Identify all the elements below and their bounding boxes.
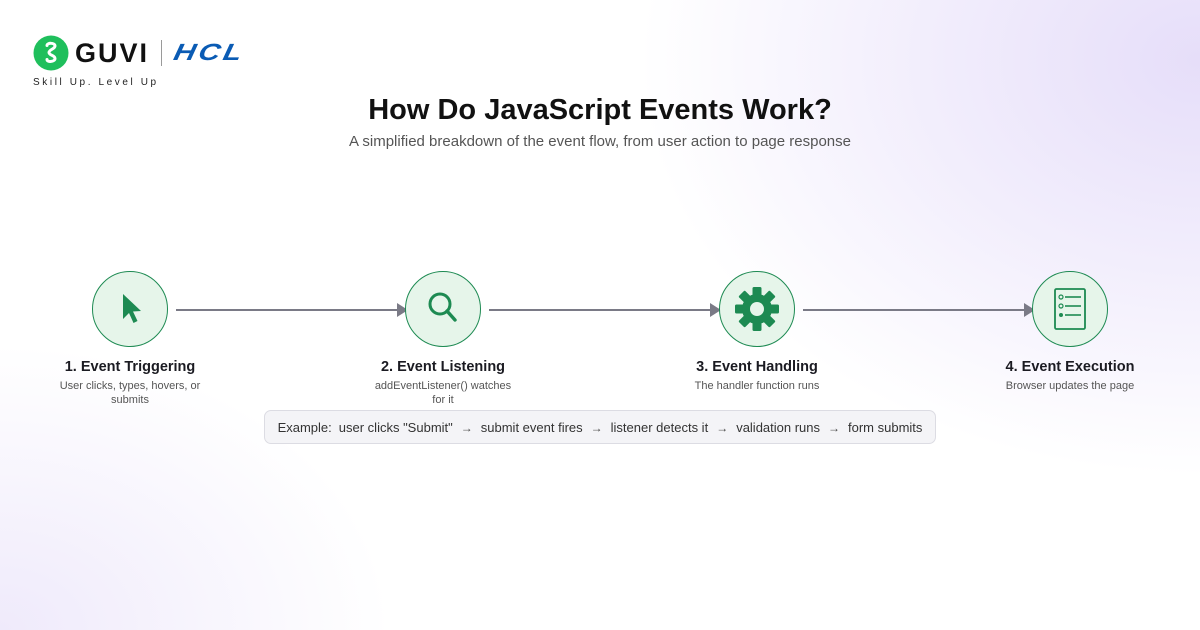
right-arrow-icon: → — [460, 421, 473, 435]
checklist-icon — [1054, 288, 1086, 330]
right-arrow-icon: → — [828, 421, 841, 435]
step-description: User clicks, types, hovers, or submits — [59, 380, 201, 406]
step-title: 3. Event Handling — [696, 359, 818, 375]
example-flow-item: validation runs — [736, 419, 821, 435]
step-title: 4. Event Execution — [1005, 359, 1135, 375]
step-circle — [1032, 271, 1108, 347]
hcl-wordmark: HCL — [171, 39, 248, 66]
example-flow-box: Example: user clicks "Submit" → submit e… — [264, 410, 936, 444]
brand-tagline: Skill Up. Level Up — [33, 77, 159, 88]
guvi-wordmark: GUVI — [75, 38, 150, 68]
step-event-execution: 4. Event Execution Browser updates the p… — [990, 271, 1150, 393]
step-circle — [719, 271, 795, 347]
step-description: Browser updates the page — [1005, 380, 1135, 392]
search-icon — [428, 292, 457, 322]
brand-logo: GUVI HCL Skill Up. Level Up — [33, 35, 248, 88]
step-title: 1. Event Triggering — [64, 359, 196, 375]
example-label: Example: — [277, 419, 332, 435]
right-arrow-icon: → — [590, 421, 603, 435]
example-flow-item: listener detects it — [610, 419, 709, 435]
step-event-handling: 3. Event Handling The handler function r… — [677, 271, 837, 393]
example-flow-item: submit event fires — [480, 419, 583, 435]
brand-row: GUVI HCL — [33, 35, 248, 71]
step-description: The handler function runs — [694, 380, 820, 392]
cursor-icon — [123, 294, 141, 323]
gear-icon — [735, 287, 779, 331]
page-title: How Do JavaScript Events Work? — [368, 94, 832, 126]
brand-divider — [161, 40, 163, 66]
step-circle — [92, 271, 168, 347]
step-event-triggering: 1. Event Triggering User clicks, types, … — [50, 271, 210, 407]
page-subtitle: A simplified breakdown of the event flow… — [349, 133, 851, 150]
step-circle — [405, 271, 481, 347]
guvi-logo-icon — [33, 35, 69, 71]
example-flow-item: form submits — [848, 419, 923, 435]
step-event-listening: 2. Event Listening addEventListener() wa… — [363, 271, 523, 407]
step-title: 2. Event Listening — [380, 359, 506, 375]
example-flow-item: user clicks "Submit" — [338, 419, 453, 435]
right-arrow-icon: → — [716, 421, 729, 435]
step-description: addEventListener() watches for it — [374, 380, 512, 406]
